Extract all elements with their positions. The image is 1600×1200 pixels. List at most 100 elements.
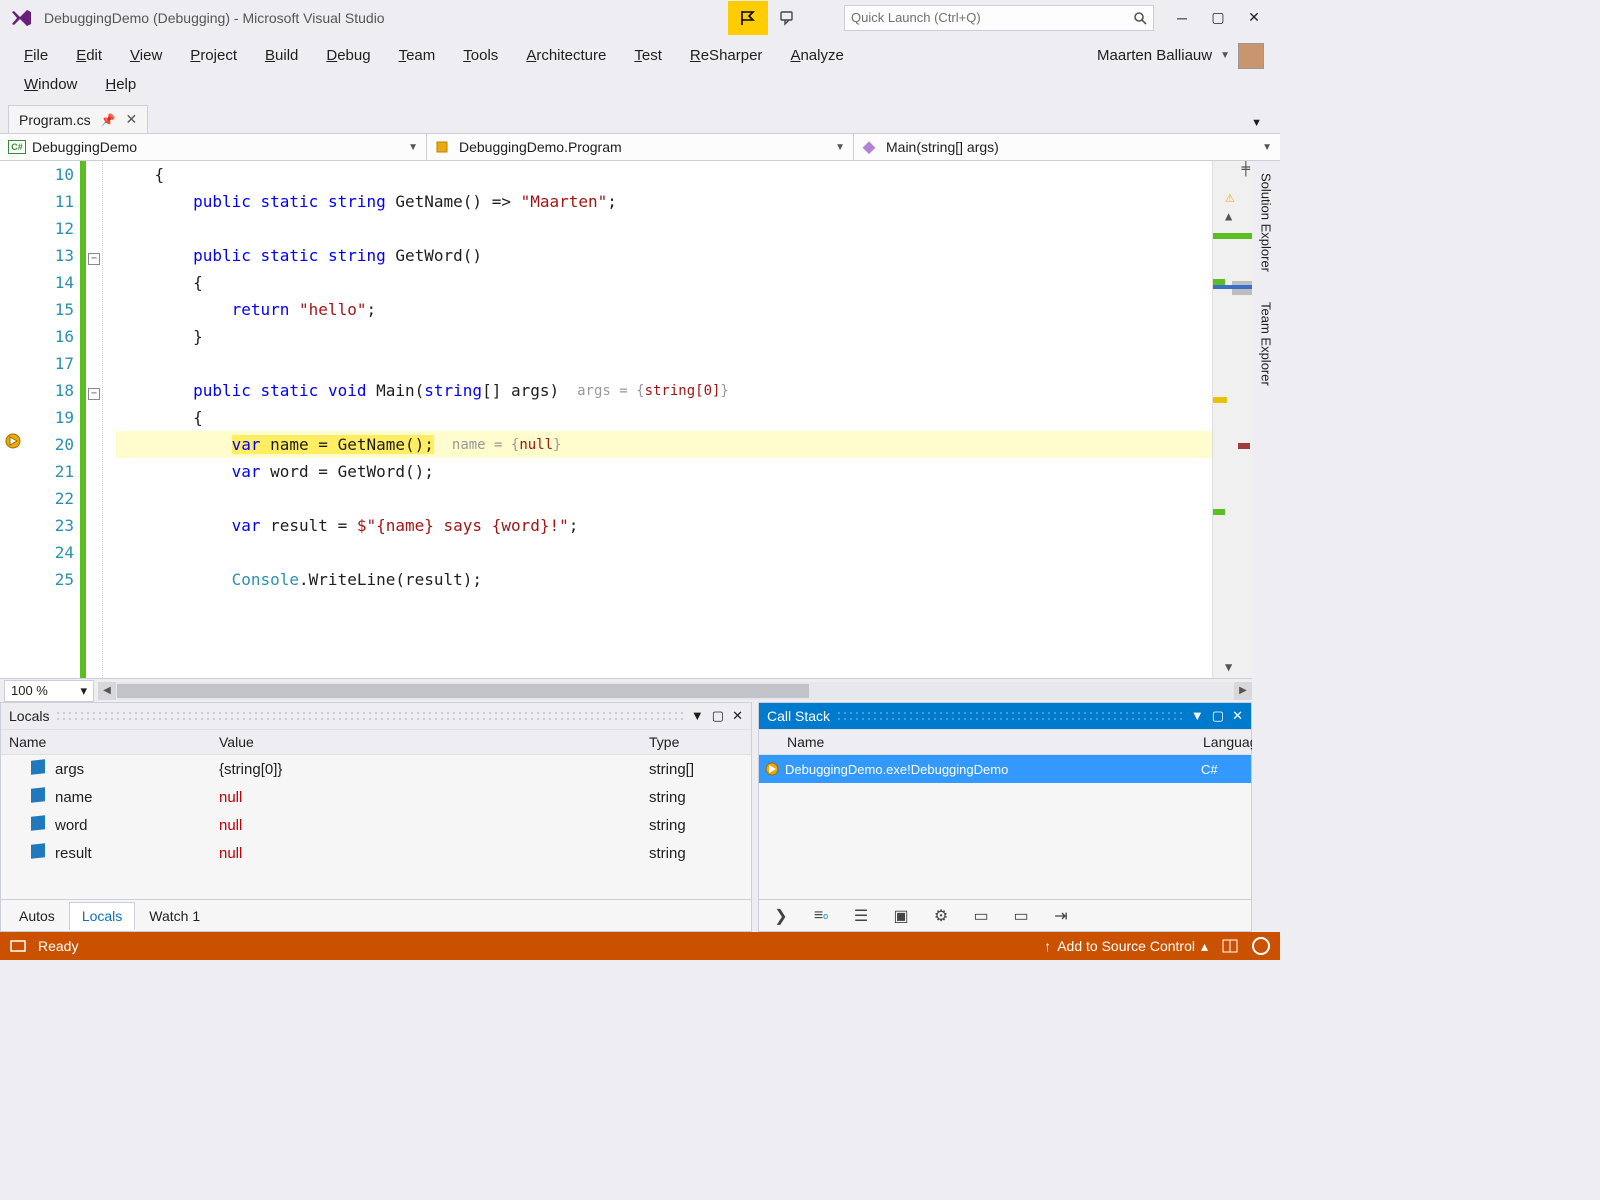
notifications-icon[interactable] [1252, 937, 1270, 955]
code-line[interactable]: return "hello"; [116, 296, 1212, 323]
feedback-flag-icon[interactable] [728, 1, 768, 35]
locals-row[interactable]: namenullstring [1, 783, 751, 811]
method-icon [862, 140, 880, 154]
menu-analyze[interactable]: Analyze [776, 41, 857, 70]
editor-footer: 100 %▾ ◀ ▶ [0, 678, 1252, 702]
code-line[interactable] [116, 350, 1212, 377]
tab-close-icon[interactable]: ✕ [126, 111, 138, 128]
code-line[interactable]: { [116, 161, 1212, 188]
cs-prompt-icon[interactable]: ❯ [769, 906, 793, 926]
quick-launch-input[interactable]: Quick Launch (Ctrl+Q) [844, 5, 1154, 31]
code-line[interactable] [116, 539, 1212, 566]
menu-file[interactable]: File [10, 41, 62, 70]
avatar[interactable] [1238, 43, 1264, 69]
locals-col-type[interactable]: Type [641, 734, 751, 750]
panel-pin-icon[interactable]: ▢ [1212, 708, 1224, 724]
code-line[interactable]: var word = GetWord(); [116, 458, 1212, 485]
nav-method-dropdown[interactable]: Main(string[] args)▼ [854, 134, 1280, 160]
csharp-project-icon: C# [8, 140, 26, 154]
code-minimap[interactable]: ╪ ⚠ ▲ ▼ [1212, 161, 1252, 678]
locals-col-name[interactable]: Name [1, 734, 211, 750]
document-tab-row: Program.cs 📌 ✕ ▼ [0, 103, 1280, 133]
menu-resharper[interactable]: ReSharper [676, 41, 777, 70]
code-line[interactable]: { [116, 269, 1212, 296]
menu-debug[interactable]: Debug [312, 41, 384, 70]
scroll-down-icon[interactable]: ▼ [1225, 660, 1232, 674]
code-line[interactable]: Console.WriteLine(result); [116, 566, 1212, 593]
callstack-panel: Call Stack ▼ ▢ ✕ Name Language Debugging… [758, 702, 1252, 932]
cs-export-icon[interactable]: ⇥ [1049, 906, 1073, 926]
cs-cmd2-icon[interactable]: ▭ [1009, 906, 1033, 926]
document-tab[interactable]: Program.cs 📌 ✕ [8, 105, 148, 133]
callstack-row[interactable]: DebuggingDemo.exe!DebuggingDemoC# [759, 755, 1251, 783]
menu-architecture[interactable]: Architecture [512, 41, 620, 70]
cs-threads-icon[interactable]: ☰ [849, 906, 873, 926]
bottom-tab-watch-1[interactable]: Watch 1 [137, 903, 212, 929]
code-line[interactable] [116, 485, 1212, 512]
tool-tab-team-explorer[interactable]: Team Explorer [1257, 296, 1276, 392]
send-feedback-icon[interactable] [780, 9, 798, 27]
panel-dropdown-icon[interactable]: ▼ [1191, 708, 1204, 724]
cs-settings-icon[interactable]: ⚙ [929, 906, 953, 926]
scroll-left-icon[interactable]: ◀ [98, 682, 116, 700]
menu-view[interactable]: View [116, 41, 176, 70]
source-control-button[interactable]: ↑Add to Source Control▴ [1044, 938, 1208, 955]
menu-project[interactable]: Project [176, 41, 251, 70]
menu-edit[interactable]: Edit [62, 41, 116, 70]
user-name[interactable]: Maarten Balliauw [1097, 47, 1212, 64]
status-layout-icon[interactable] [1222, 939, 1238, 953]
code-line[interactable]: { [116, 404, 1212, 431]
scroll-thumb[interactable] [117, 684, 809, 698]
pin-icon[interactable]: 📌 [101, 113, 116, 127]
locals-col-value[interactable]: Value [211, 734, 641, 750]
code-line[interactable]: public static void Main(string[] args)ar… [116, 377, 1212, 404]
locals-row[interactable]: resultnullstring [1, 839, 751, 867]
callstack-col-name[interactable]: Name [759, 734, 1195, 750]
nav-project-dropdown[interactable]: C# DebuggingDemo▼ [0, 134, 427, 160]
variable-icon [31, 787, 45, 802]
code-line[interactable]: public static string GetWord() [116, 242, 1212, 269]
minimize-button[interactable]: ─ [1164, 4, 1200, 32]
scroll-right-icon[interactable]: ▶ [1234, 682, 1252, 700]
nav-class-dropdown[interactable]: DebuggingDemo.Program▼ [427, 134, 854, 160]
menu-test[interactable]: Test [620, 41, 676, 70]
callstack-toolbar: ❯ ≡o ☰ ▣ ⚙ ▭ ▭ ⇥ [759, 899, 1251, 931]
horizontal-scrollbar[interactable]: ◀ ▶ [98, 682, 1252, 700]
code-line[interactable]: var name = GetName();name = {null} [116, 431, 1212, 458]
menu-window[interactable]: Window [10, 70, 91, 99]
scroll-up-icon[interactable]: ▲ [1225, 209, 1232, 223]
panel-dropdown-icon[interactable]: ▼ [691, 708, 704, 724]
code-line[interactable] [116, 215, 1212, 242]
code-editor[interactable]: 10111213141516171819202122232425 −− { pu… [0, 161, 1252, 678]
bottom-tab-autos[interactable]: Autos [7, 903, 67, 929]
locals-row[interactable]: args{string[0]}string[] [1, 755, 751, 783]
menu-help[interactable]: Help [91, 70, 150, 99]
code-line[interactable]: var result = $"{name} says {word}!"; [116, 512, 1212, 539]
cs-cmd1-icon[interactable]: ▭ [969, 906, 993, 926]
cs-frames-icon[interactable]: ▣ [889, 906, 913, 926]
fold-icon[interactable]: − [88, 388, 100, 400]
callstack-col-lang[interactable]: Language [1195, 734, 1251, 750]
bottom-tab-locals[interactable]: Locals [69, 902, 135, 930]
panel-close-icon[interactable]: ✕ [1232, 708, 1243, 724]
tab-overflow-icon[interactable]: ▼ [1243, 113, 1270, 133]
status-bar: Ready ↑Add to Source Control▴ [0, 932, 1280, 960]
menu-build[interactable]: Build [251, 41, 312, 70]
code-line[interactable]: public static string GetName() => "Maart… [116, 188, 1212, 215]
class-icon [435, 140, 453, 154]
maximize-button[interactable]: ▢ [1200, 4, 1236, 32]
locals-title: Locals [9, 708, 49, 724]
menu-tools[interactable]: Tools [449, 41, 512, 70]
locals-row[interactable]: wordnullstring [1, 811, 751, 839]
fold-icon[interactable]: − [88, 253, 100, 265]
close-button[interactable]: ✕ [1236, 4, 1272, 32]
cs-filter-icon[interactable]: ≡o [809, 906, 833, 926]
panel-pin-icon[interactable]: ▢ [712, 708, 724, 724]
tool-tab-solution-explorer[interactable]: Solution Explorer [1257, 167, 1276, 278]
code-line[interactable]: } [116, 323, 1212, 350]
panel-close-icon[interactable]: ✕ [732, 708, 743, 724]
locals-header-row: Name Value Type [1, 729, 751, 755]
menu-team[interactable]: Team [385, 41, 450, 70]
split-icon[interactable]: ╪ [1242, 161, 1250, 177]
zoom-dropdown[interactable]: 100 %▾ [4, 680, 94, 702]
